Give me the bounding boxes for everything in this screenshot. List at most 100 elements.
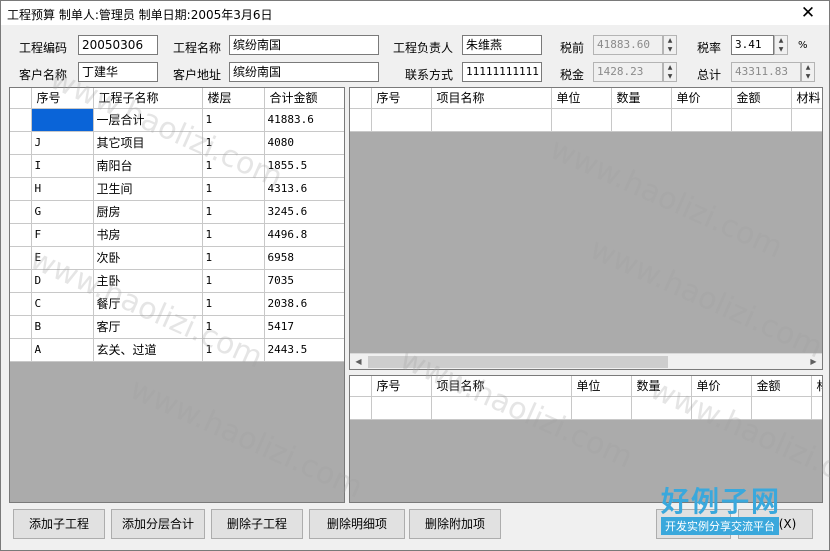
customer-name-field[interactable]: 丁建华	[78, 62, 158, 82]
col-header-material[interactable]: 材	[811, 376, 822, 397]
cell-floor[interactable]: 1	[202, 223, 265, 247]
table-cell[interactable]	[371, 396, 432, 420]
row-indicator[interactable]	[350, 396, 372, 420]
table-row[interactable]: F 书房 1 4496.8	[10, 223, 344, 247]
scroll-left-icon[interactable]: ◀	[350, 354, 367, 369]
col-header-seq[interactable]: 序号	[31, 88, 94, 109]
col-header-sub-name[interactable]: 工程子名称	[93, 88, 203, 109]
table-row[interactable]: E 次卧 1 6958	[10, 246, 344, 270]
cell-sub-name[interactable]: 客厅	[93, 315, 203, 339]
row-indicator[interactable]	[10, 223, 32, 247]
col-header-unit-price[interactable]: 单价	[671, 88, 732, 109]
cell-seq[interactable]: E	[31, 246, 94, 270]
table-row[interactable]: G 厨房 1 3245.6	[10, 200, 344, 224]
cell-amount[interactable]: 4313.6	[264, 177, 344, 201]
table-cell[interactable]	[431, 396, 572, 420]
table-cell[interactable]	[431, 108, 552, 132]
cell-amount[interactable]: 1855.5	[264, 154, 344, 178]
cell-seq[interactable]: J	[31, 131, 94, 155]
table-row[interactable]: I 南阳台 1 1855.5	[10, 154, 344, 178]
spin-down-icon[interactable]: ▼	[775, 45, 787, 54]
col-header-material[interactable]: 材料	[791, 88, 822, 109]
cell-floor[interactable]: 1	[202, 177, 265, 201]
table-cell[interactable]	[751, 396, 812, 420]
table-row[interactable]: B 客厅 1 5417	[10, 315, 344, 339]
row-indicator[interactable]	[10, 246, 32, 270]
cell-amount[interactable]: 3245.6	[264, 200, 344, 224]
cell-seq[interactable]: A	[31, 338, 94, 362]
row-indicator[interactable]	[10, 200, 32, 224]
scroll-right-icon[interactable]: ▶	[805, 354, 822, 369]
spin-up-icon[interactable]: ▲	[775, 36, 787, 45]
row-indicator[interactable]	[10, 177, 32, 201]
cell-amount[interactable]: 41883.6	[264, 108, 344, 132]
table-cell[interactable]	[791, 108, 822, 132]
cell-floor[interactable]: 1	[202, 292, 265, 316]
cell-seq[interactable]: H	[31, 177, 94, 201]
col-header-seq[interactable]: 序号	[371, 88, 432, 109]
table-cell[interactable]	[811, 396, 822, 420]
project-code-field[interactable]: 20050306	[78, 35, 158, 55]
cell-seq[interactable]: F	[31, 223, 94, 247]
project-name-field[interactable]: 缤纷南国	[229, 35, 379, 55]
table-cell[interactable]	[611, 108, 672, 132]
table-row[interactable]: A 玄关、过道 1 2443.5	[10, 338, 344, 362]
spin-up-icon[interactable]: ▲	[664, 63, 676, 72]
extra-item-grid[interactable]: 序号 项目名称 单位 数量 单价 金额 材	[349, 375, 823, 503]
manager-field[interactable]: 朱维燕	[462, 35, 542, 55]
cell-amount[interactable]: 6958	[264, 246, 344, 270]
table-cell[interactable]	[691, 396, 752, 420]
cell-floor[interactable]: 1	[202, 269, 265, 293]
cell-sub-name[interactable]: 书房	[93, 223, 203, 247]
cell-sub-name[interactable]: 次卧	[93, 246, 203, 270]
col-header-seq[interactable]: 序号	[371, 376, 432, 397]
tax-rate-spinner[interactable]: ▲ ▼	[774, 35, 788, 55]
table-cell[interactable]	[671, 108, 732, 132]
col-header-quantity[interactable]: 数量	[631, 376, 692, 397]
table-row[interactable]	[350, 396, 822, 420]
table-row[interactable]: 一层合计 1 41883.6	[10, 108, 344, 132]
col-header-amount[interactable]: 合计金额	[264, 88, 344, 109]
row-indicator[interactable]	[10, 154, 32, 178]
table-row[interactable]: H 卫生间 1 4313.6	[10, 177, 344, 201]
cell-sub-name[interactable]: 餐厅	[93, 292, 203, 316]
cell-amount[interactable]: 4080	[264, 131, 344, 155]
cell-seq[interactable]: B	[31, 315, 94, 339]
col-header-floor[interactable]: 楼层	[202, 88, 265, 109]
table-cell[interactable]	[731, 108, 792, 132]
table-row[interactable]: C 餐厅 1 2038.6	[10, 292, 344, 316]
cell-floor[interactable]: 1	[202, 246, 265, 270]
cell-floor[interactable]: 1	[202, 108, 265, 132]
cell-sub-name[interactable]: 一层合计	[93, 108, 203, 132]
table-cell[interactable]	[551, 108, 612, 132]
cell-seq[interactable]: G	[31, 200, 94, 224]
tax-spinner[interactable]: ▲ ▼	[663, 62, 677, 82]
table-row[interactable]	[350, 108, 822, 132]
table-cell[interactable]	[631, 396, 692, 420]
cell-amount[interactable]: 7035	[264, 269, 344, 293]
col-header-item-name[interactable]: 项目名称	[431, 88, 552, 109]
cell-seq[interactable]: D	[31, 269, 94, 293]
sub-project-grid[interactable]: 序号 工程子名称 楼层 合计金额 一层合计 1 41883.6 J 其它项目 1 4080 I…	[9, 87, 345, 503]
spin-down-icon[interactable]: ▼	[664, 45, 676, 54]
add-floor-total-button[interactable]: 添加分层合计	[111, 509, 205, 539]
row-indicator[interactable]	[10, 338, 32, 362]
row-indicator[interactable]	[10, 108, 32, 132]
col-header-unit-price[interactable]: 单价	[691, 376, 752, 397]
customer-address-field[interactable]: 缤纷南国	[229, 62, 379, 82]
table-cell[interactable]	[571, 396, 632, 420]
contact-field[interactable]: 11111111111	[462, 62, 542, 82]
cell-sub-name[interactable]: 玄关、过道	[93, 338, 203, 362]
row-indicator[interactable]	[350, 108, 372, 132]
spin-up-icon[interactable]: ▲	[802, 63, 814, 72]
delete-sub-project-button[interactable]: 删除子工程	[211, 509, 303, 539]
detail-item-grid[interactable]: 序号 项目名称 单位 数量 单价 金额 材料 ◀ ▶	[349, 87, 823, 370]
cell-floor[interactable]: 1	[202, 338, 265, 362]
cell-floor[interactable]: 1	[202, 154, 265, 178]
horizontal-scrollbar[interactable]: ◀ ▶	[350, 353, 822, 369]
spin-up-icon[interactable]: ▲	[664, 36, 676, 45]
cell-sub-name[interactable]: 南阳台	[93, 154, 203, 178]
cell-sub-name[interactable]: 主卧	[93, 269, 203, 293]
row-indicator[interactable]	[10, 292, 32, 316]
delete-detail-button[interactable]: 删除明细项	[309, 509, 405, 539]
